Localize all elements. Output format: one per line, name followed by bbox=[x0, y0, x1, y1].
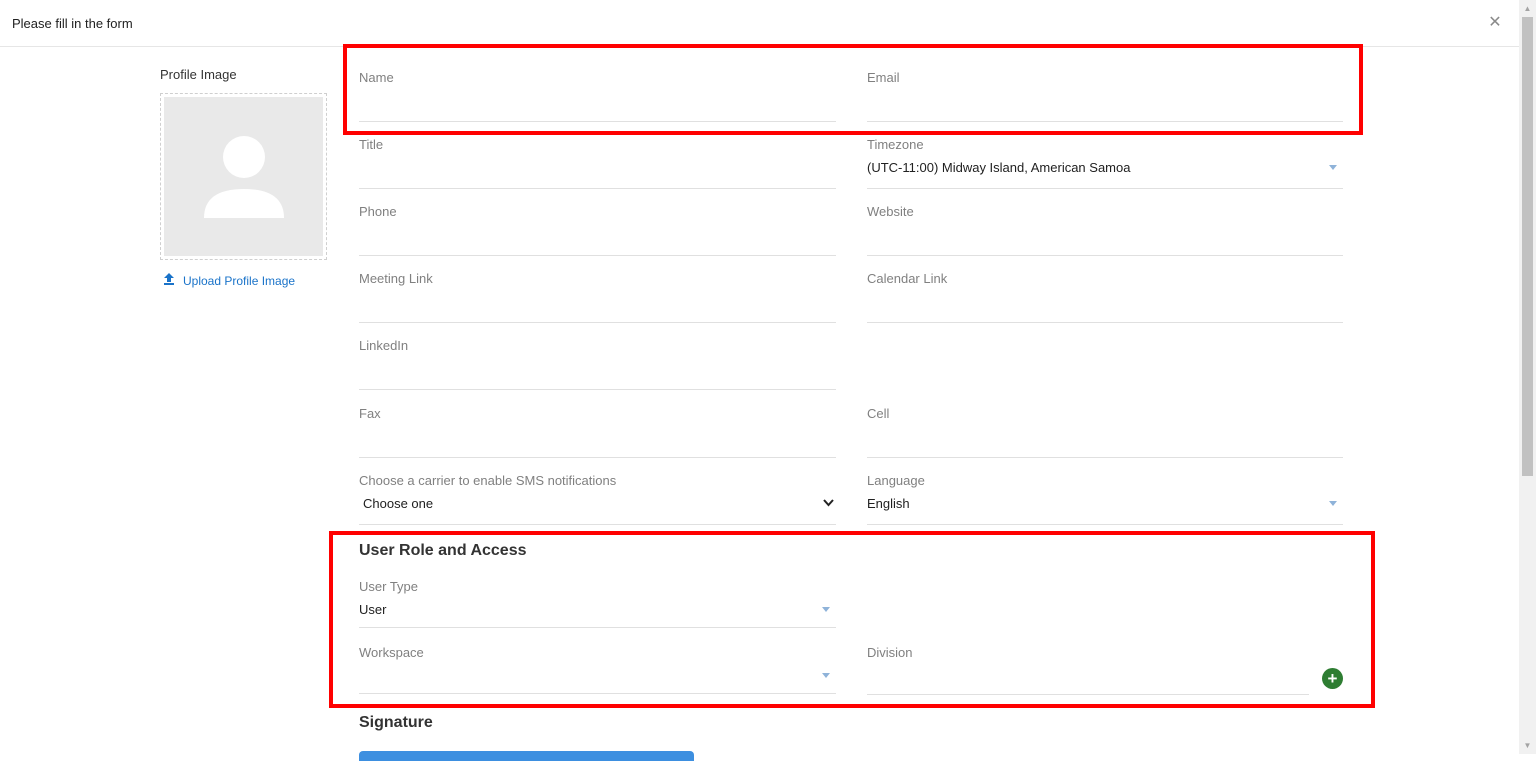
name-field[interactable]: Name bbox=[359, 70, 836, 122]
dialog-header: Please fill in the form ✕ bbox=[0, 0, 1519, 47]
division-label: Division bbox=[867, 645, 913, 660]
title-label: Title bbox=[359, 137, 384, 152]
timezone-label: Timezone bbox=[867, 137, 924, 152]
carrier-select[interactable]: Choose a carrier to enable SMS notificat… bbox=[359, 473, 836, 525]
division-field[interactable]: Division bbox=[867, 645, 1309, 695]
email-field[interactable]: Email bbox=[867, 70, 1343, 122]
phone-label: Phone bbox=[359, 204, 397, 219]
calendar-link-label: Calendar Link bbox=[867, 271, 948, 286]
upload-icon bbox=[163, 272, 177, 288]
upload-profile-image-label: Upload Profile Image bbox=[183, 274, 296, 288]
profile-image-label: Profile Image bbox=[160, 67, 237, 82]
phone-field[interactable]: Phone bbox=[359, 204, 836, 256]
dialog-title: Please fill in the form bbox=[12, 16, 133, 31]
dropdown-arrow-icon bbox=[1329, 501, 1337, 506]
cell-field[interactable]: Cell bbox=[867, 406, 1343, 458]
user-type-select[interactable]: User Type User bbox=[359, 579, 836, 628]
fax-field[interactable]: Fax bbox=[359, 406, 836, 458]
workspace-select[interactable]: Workspace bbox=[359, 645, 836, 694]
language-label: Language bbox=[867, 473, 925, 488]
signature-button[interactable] bbox=[359, 751, 694, 761]
user-placeholder-icon bbox=[164, 97, 323, 256]
upload-profile-image-link[interactable]: Upload Profile Image bbox=[163, 272, 295, 288]
scroll-thumb[interactable] bbox=[1522, 17, 1533, 476]
carrier-label: Choose a carrier to enable SMS notificat… bbox=[359, 473, 617, 488]
user-type-value: User bbox=[359, 602, 387, 617]
scroll-down-arrow-icon[interactable]: ▼ bbox=[1519, 737, 1536, 754]
user-type-label: User Type bbox=[359, 579, 419, 594]
meeting-link-field[interactable]: Meeting Link bbox=[359, 271, 836, 323]
close-icon[interactable]: ✕ bbox=[1486, 14, 1504, 32]
workspace-label: Workspace bbox=[359, 645, 424, 660]
name-label: Name bbox=[359, 70, 394, 85]
user-role-section-title: User Role and Access bbox=[359, 542, 527, 559]
email-label: Email bbox=[867, 70, 900, 85]
website-field[interactable]: Website bbox=[867, 204, 1343, 256]
carrier-value: Choose one bbox=[363, 496, 434, 511]
linkedin-label: LinkedIn bbox=[359, 338, 409, 353]
language-select[interactable]: Language English bbox=[867, 473, 1343, 525]
calendar-link-field[interactable]: Calendar Link bbox=[867, 271, 1343, 323]
scrollbar[interactable]: ▲ ▼ bbox=[1519, 0, 1536, 754]
dropdown-arrow-icon bbox=[1329, 165, 1337, 170]
title-field[interactable]: Title bbox=[359, 137, 836, 189]
language-value: English bbox=[867, 496, 910, 511]
dropdown-arrow-icon bbox=[822, 607, 830, 612]
fax-label: Fax bbox=[359, 406, 381, 421]
dropdown-arrow-icon bbox=[822, 673, 830, 678]
timezone-select[interactable]: Timezone (UTC-11:00) Midway Island, Amer… bbox=[867, 137, 1343, 189]
cell-label: Cell bbox=[867, 406, 890, 421]
profile-image-dropzone[interactable] bbox=[160, 93, 327, 260]
chevron-down-icon bbox=[823, 495, 834, 510]
website-label: Website bbox=[867, 204, 914, 219]
timezone-value: (UTC-11:00) Midway Island, American Samo… bbox=[867, 160, 1131, 175]
plus-circle-icon[interactable]: + bbox=[1322, 668, 1343, 689]
scroll-up-arrow-icon[interactable]: ▲ bbox=[1519, 0, 1536, 17]
meeting-link-label: Meeting Link bbox=[359, 271, 433, 286]
linkedin-field[interactable]: LinkedIn bbox=[359, 338, 836, 390]
signature-section-title: Signature bbox=[359, 714, 433, 731]
